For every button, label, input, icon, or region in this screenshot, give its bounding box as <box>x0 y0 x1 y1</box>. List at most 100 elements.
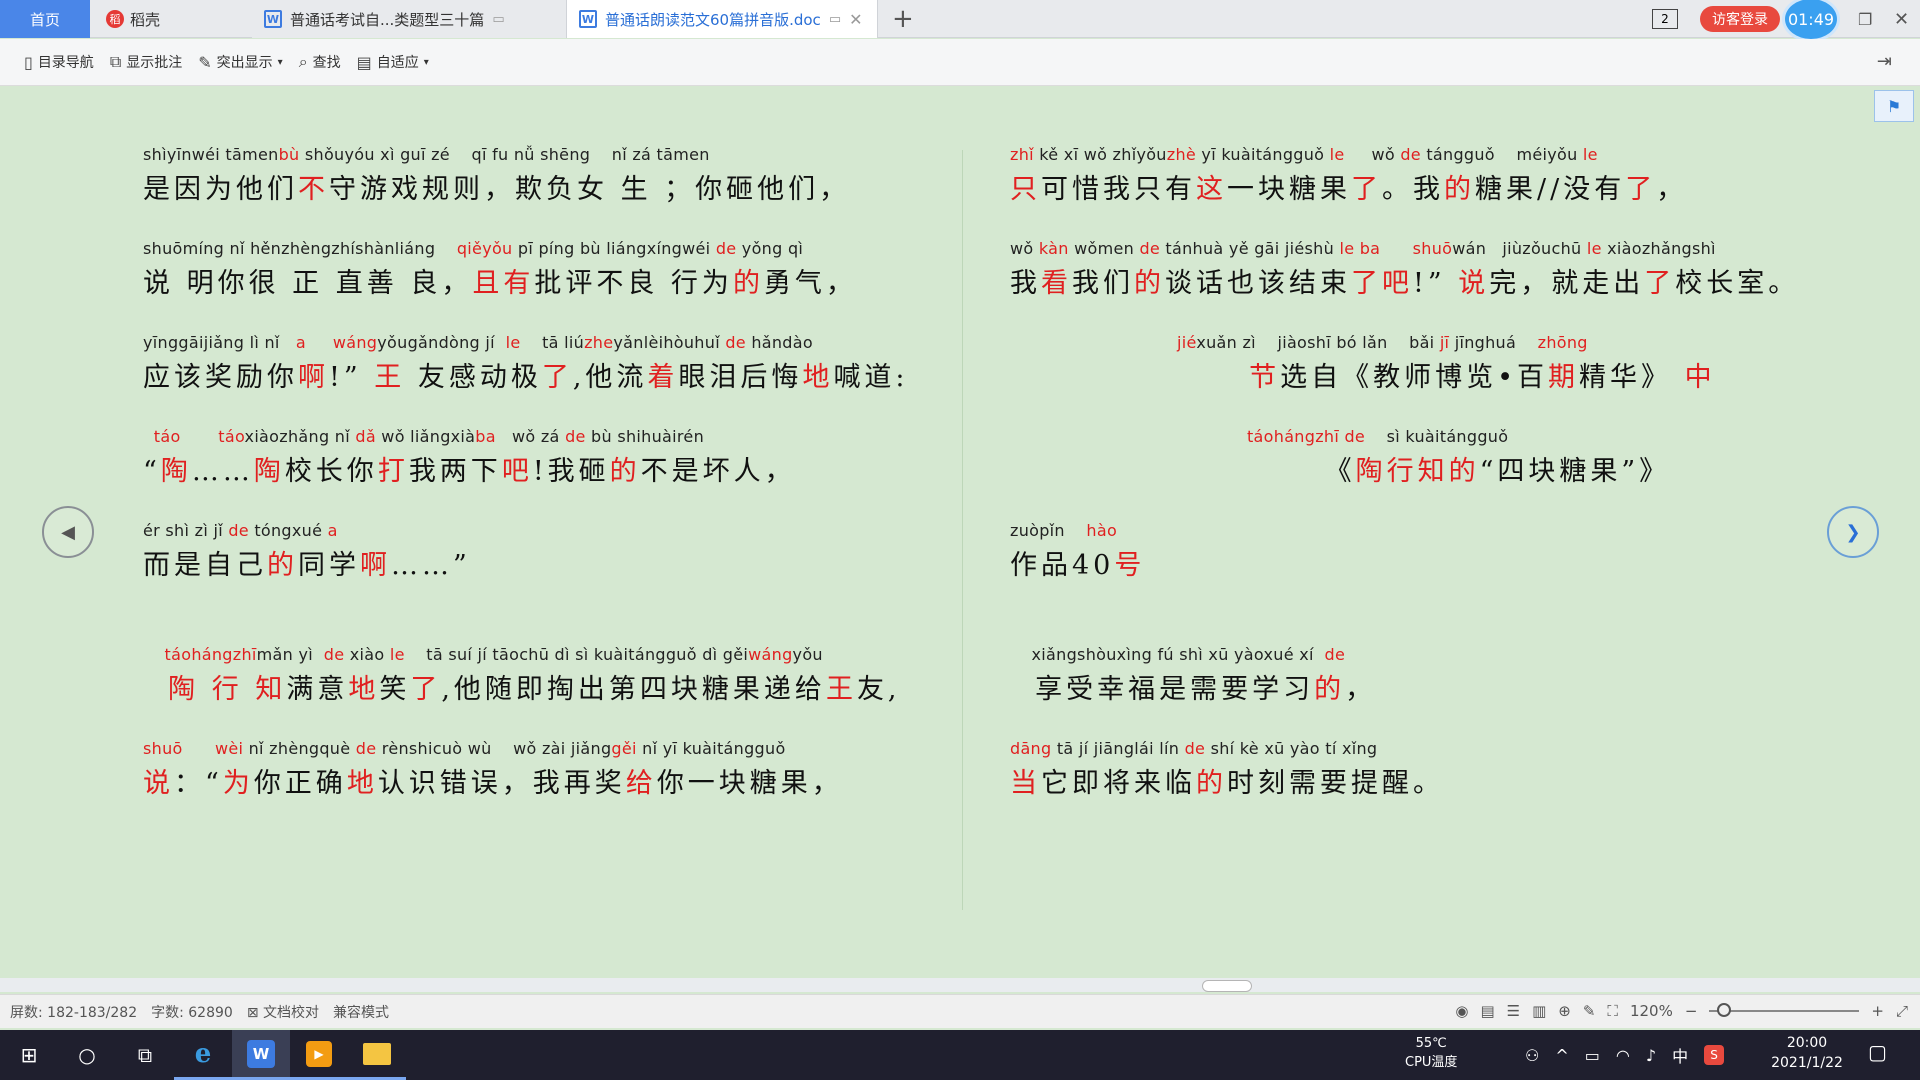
clock-date[interactable]: 20:00 2021/1/22 <box>1762 1033 1852 1073</box>
sogou-ime-icon[interactable]: S <box>1704 1045 1725 1065</box>
horizontal-scrollbar[interactable] <box>0 978 1920 992</box>
clock-label: 01:49 <box>1787 9 1835 29</box>
highlighted-text: 节 <box>1249 362 1281 393</box>
exit-reading-icon[interactable]: ⇥ <box>1877 51 1892 72</box>
tab-doc-reading[interactable]: W 普通话朗读范文60篇拼音版.doc ▭ ✕ <box>566 0 878 38</box>
highlighted-text: 了 <box>1351 174 1382 205</box>
monitor-icon[interactable]: ▭ <box>829 12 841 27</box>
fit-page-icon[interactable]: ⛶ <box>1607 1002 1618 1020</box>
text-segment: 勇气， <box>763 268 857 299</box>
text-segment: ,他流 <box>572 362 648 393</box>
tab-home[interactable]: 首页 <box>0 0 90 38</box>
highlighted-text: 中 <box>1684 362 1716 393</box>
highlighted-text: 了 <box>1644 268 1676 299</box>
highlighted-text: ba <box>475 427 496 446</box>
prev-page-button[interactable]: ◀ <box>42 506 94 558</box>
text-segment <box>1010 362 1249 393</box>
zoom-out-icon[interactable]: − <box>1685 1002 1698 1020</box>
read-view-icon[interactable]: ▥ <box>1532 1002 1546 1020</box>
highlighted-text: 的 <box>1196 768 1227 799</box>
hanzi-line: “陶……陶校长你打我两下吧!我砸的不是坏人， <box>143 451 923 521</box>
write-view-icon[interactable]: ✎ <box>1583 1002 1596 1020</box>
zoom-slider[interactable] <box>1709 1003 1860 1017</box>
text-segment <box>181 427 219 446</box>
taskbar-explorer[interactable] <box>348 1030 406 1080</box>
text-segment: ,他随即掏出第四块糖果递给 <box>441 674 826 705</box>
tab-doc-exam-label: 普通话考试自...类题型三十篇 <box>290 10 485 29</box>
notification-icon[interactable]: ▢ <box>1868 1040 1887 1064</box>
pinyin-line: wǒ kàn wǒmen de tánhuà yě gāi jiéshù le … <box>1010 239 1790 263</box>
highlight-button[interactable]: ✎ 突出显示 ▾ <box>198 52 282 72</box>
taskbar-wps[interactable]: W <box>232 1030 290 1080</box>
text-segment: 可惜我只有 <box>1041 174 1196 205</box>
people-icon[interactable]: ⚇ <box>1525 1046 1539 1065</box>
highlighted-text: 王 <box>825 674 857 705</box>
add-tab-icon[interactable]: + <box>892 4 914 34</box>
text-segment: shìyīnwéi tāmen <box>143 145 279 164</box>
highlighted-text: jī <box>1439 333 1450 352</box>
wifi-icon[interactable]: ◠ <box>1616 1046 1630 1065</box>
taskbar-ie[interactable]: e <box>174 1030 232 1080</box>
web-view-icon[interactable]: ⊕ <box>1558 1002 1571 1020</box>
highlighted-text: 的 <box>609 456 641 487</box>
visitor-login-button[interactable]: 访客登录 <box>1700 6 1780 32</box>
pinyin-line: jiéxuǎn zì jiàoshī bó lǎn bǎi jī jīnghuá… <box>1010 333 1790 357</box>
fullscreen-icon[interactable]: ⤢ <box>1896 1002 1908 1020</box>
highlighted-text: 啊 <box>298 362 329 393</box>
fit-button[interactable]: ▤ 自适应 ▾ <box>357 52 429 72</box>
pinyin-line: táohángzhīmǎn yì de xiào le tā suí jí tā… <box>143 645 923 669</box>
close-tab-icon[interactable]: ✕ <box>849 10 862 29</box>
highlighted-text: le <box>1329 145 1345 164</box>
taskbar-video[interactable]: ▶ <box>290 1030 348 1080</box>
monitor-icon[interactable]: ▭ <box>492 12 504 27</box>
text-segment: “ <box>143 456 161 487</box>
proofread-button[interactable]: ⊠ 文档校对 <box>247 1002 319 1022</box>
toc-nav-button[interactable]: ▯ 目录导航 <box>24 52 94 72</box>
window-count-icon[interactable]: 2 <box>1652 9 1678 29</box>
chevron-down-icon: ▾ <box>423 56 429 68</box>
hanzi-line: 而是自己的同学啊……” <box>143 545 923 615</box>
tab-daoke[interactable]: 稻稻壳 <box>92 0 250 38</box>
zoom-in-icon[interactable]: + <box>1871 1002 1884 1020</box>
toc-icon: ▯ <box>24 52 33 72</box>
text-segment: rènshicuò wù wǒ zài jiǎng <box>376 739 612 758</box>
show-comments-button[interactable]: ⧉ 显示批注 <box>110 52 182 72</box>
location-pin-icon[interactable]: ⚑ <box>1874 90 1914 122</box>
close-window-icon[interactable]: ✕ <box>1894 0 1909 38</box>
task-view-button[interactable]: ⧉ <box>116 1030 174 1080</box>
volume-icon[interactable]: ♪ <box>1646 1046 1656 1065</box>
text-segment: ……” <box>391 550 471 581</box>
ime-indicator[interactable]: 中 <box>1672 1043 1688 1067</box>
cpu-temp-widget[interactable]: 55℃ CPU温度 <box>1405 1034 1457 1072</box>
restore-window-icon[interactable]: ❐ <box>1858 0 1872 38</box>
comment-icon: ⧉ <box>109 52 122 71</box>
highlighted-text: 期 <box>1548 362 1580 393</box>
folder-icon <box>363 1042 391 1065</box>
text-segment: 是因为他们 <box>143 174 298 205</box>
text-segment: shuōmíng nǐ hěnzhèngzhíshànliáng <box>143 239 457 258</box>
text-segment: ， <box>1345 674 1377 705</box>
page-view-icon[interactable]: ▤ <box>1480 1002 1494 1020</box>
text-segment: tā suí jí tāochū dì sì kuàitángguǒ dì gě… <box>404 645 749 664</box>
next-page-button[interactable]: ❯ <box>1827 506 1879 558</box>
zoom-level[interactable]: 120% <box>1630 1002 1673 1020</box>
highlighted-text: 看 <box>1041 268 1072 299</box>
chevron-up-icon[interactable]: ^ <box>1555 1046 1568 1065</box>
search-button[interactable]: ○ <box>58 1030 116 1080</box>
highlighted-text: 这 <box>1196 174 1227 205</box>
text-segment: jīnghuá <box>1449 333 1538 352</box>
text-segment: 眼泪后悔 <box>678 362 803 393</box>
zoom-slider-knob[interactable] <box>1717 1003 1732 1017</box>
scrollbar-thumb[interactable] <box>1202 980 1252 992</box>
pinyin-line: shuō wèi nǐ zhèngquè de rènshicuò wù wǒ … <box>143 739 923 763</box>
highlighted-text: 的 <box>1444 174 1475 205</box>
start-button[interactable]: ⊞ <box>0 1030 58 1080</box>
text-segment: ， <box>1656 174 1688 205</box>
battery-icon[interactable]: ▭ <box>1585 1046 1600 1065</box>
highlighted-text: le <box>1582 145 1598 164</box>
find-button[interactable]: ⌕ 查找 <box>299 52 341 72</box>
outline-view-icon[interactable]: ☰ <box>1507 1002 1520 1020</box>
eye-protect-icon[interactable]: ◉ <box>1455 1002 1468 1020</box>
tab-doc-exam[interactable]: W 普通话考试自...类题型三十篇 ▭ <box>252 0 566 38</box>
text-segment: 应该奖励你 <box>143 362 298 393</box>
